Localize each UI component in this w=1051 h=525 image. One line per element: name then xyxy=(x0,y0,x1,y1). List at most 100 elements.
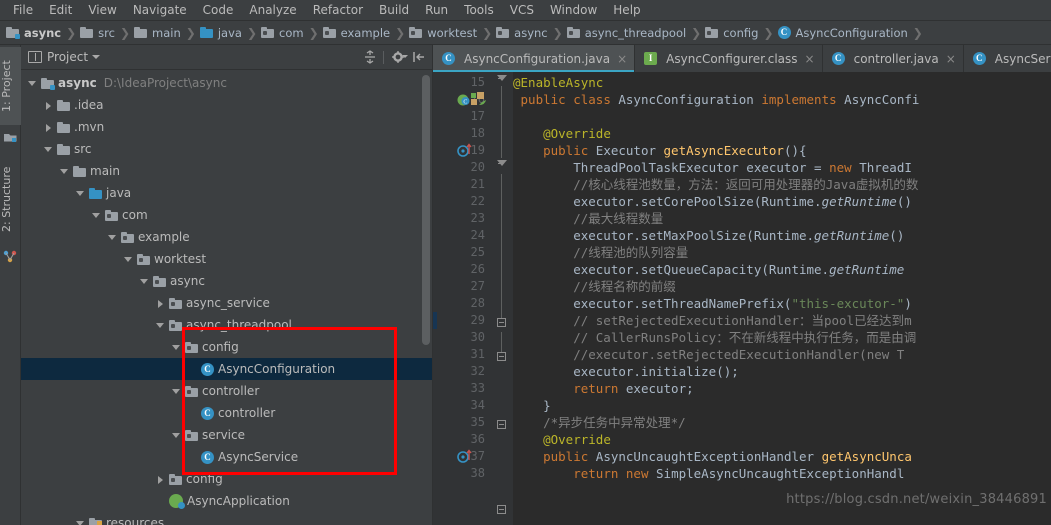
tree-row[interactable]: worktest xyxy=(21,248,432,270)
line-number: 23 xyxy=(470,211,485,225)
tree-row[interactable]: .idea xyxy=(21,94,432,116)
editor-tab-controller-java[interactable]: Ccontroller.java × xyxy=(822,45,964,72)
chevron-down-icon[interactable] xyxy=(75,188,86,199)
editor-tab-asyncconfiguration-java[interactable]: C AsyncConfiguration.java × xyxy=(433,45,636,72)
editor-tab-label: AsyncConfiguration.java xyxy=(464,51,611,66)
chevron-down-icon[interactable] xyxy=(171,430,182,441)
chevron-right-icon[interactable] xyxy=(43,100,54,111)
breadcrumb-separator-icon: ❯ xyxy=(912,25,923,40)
package-folder-icon xyxy=(496,27,510,38)
tree-row[interactable]: AsyncApplication xyxy=(21,490,432,512)
spring-bean-gutter-icon[interactable]: C xyxy=(457,91,489,106)
tree-row[interactable]: async_threadpool xyxy=(21,314,432,336)
breadcrumb-item-async[interactable]: async ❯ xyxy=(6,26,80,40)
close-icon[interactable]: × xyxy=(617,52,627,66)
tree-row[interactable]: config xyxy=(21,468,432,490)
breadcrumb-item-example[interactable]: example ❯ xyxy=(322,26,410,40)
menu-item-analyze[interactable]: Analyze xyxy=(241,1,304,19)
editor-tab-asyncservice-java[interactable]: CAsyncService.java× xyxy=(963,45,1051,72)
line-number: 33 xyxy=(470,381,485,395)
project-tree[interactable]: async D:\IdeaProject\async .idea .mvn src mai… xyxy=(21,70,432,525)
tree-row[interactable]: service xyxy=(21,424,432,446)
chevron-right-icon[interactable] xyxy=(155,298,166,309)
chevron-down-icon[interactable] xyxy=(123,254,134,265)
chevron-down-icon[interactable] xyxy=(59,166,70,177)
override-method-gutter-icon[interactable] xyxy=(457,448,489,463)
chevron-down-icon[interactable] xyxy=(92,55,101,59)
tree-row[interactable]: example xyxy=(21,226,432,248)
tree-row[interactable]: resources xyxy=(21,512,432,525)
tool-tab-structure[interactable]: 2: Structure xyxy=(0,153,21,245)
code-text[interactable]: @EnableAsync public class AsyncConfigura… xyxy=(513,72,1051,525)
tree-row[interactable]: C AsyncConfiguration xyxy=(21,358,432,380)
breadcrumb-item-async_threadpool[interactable]: async_threadpool ❯ xyxy=(566,26,706,40)
menu-item-help[interactable]: Help xyxy=(605,1,648,19)
chevron-down-icon[interactable] xyxy=(91,210,102,221)
editor-tab-bar[interactable]: C AsyncConfiguration.java × I AsyncConfigure… xyxy=(433,45,1051,72)
breadcrumb-item-async[interactable]: async ❯ xyxy=(496,26,567,40)
tree-row[interactable]: C AsyncService xyxy=(21,446,432,468)
menu-item-window[interactable]: Window xyxy=(542,1,605,19)
tree-row[interactable]: java xyxy=(21,182,432,204)
menu-item-vcs[interactable]: VCS xyxy=(502,1,542,19)
tree-row-label: .mvn xyxy=(74,120,105,134)
tree-row[interactable]: config xyxy=(21,336,432,358)
tree-row[interactable]: com xyxy=(21,204,432,226)
breadcrumb-item-java[interactable]: java ❯ xyxy=(199,26,261,40)
code-token: @EnableAsync xyxy=(513,75,604,90)
chevron-right-icon[interactable] xyxy=(43,122,54,133)
resources-folder-icon xyxy=(89,517,102,525)
package-folder-icon xyxy=(705,27,719,38)
breadcrumb-item-main[interactable]: main ❯ xyxy=(134,26,200,40)
menu-item-refactor[interactable]: Refactor xyxy=(305,1,371,19)
breadcrumb-label: async xyxy=(514,25,548,40)
chevron-down-icon[interactable] xyxy=(155,320,166,331)
editor-tab-asyncconfigurer-class[interactable]: I AsyncConfigurer.class × xyxy=(635,45,823,72)
code-token: } xyxy=(513,398,551,413)
breadcrumb-item-com[interactable]: com ❯ xyxy=(261,26,323,40)
breadcrumb-item-config[interactable]: config ❯ xyxy=(705,26,777,40)
tree-row-label: controller xyxy=(218,406,276,420)
menu-item-build[interactable]: Build xyxy=(371,1,417,19)
tree-row[interactable]: async xyxy=(21,270,432,292)
code-folding-strip[interactable] xyxy=(491,72,513,525)
tree-row[interactable]: async_service xyxy=(21,292,432,314)
hide-panel-icon[interactable] xyxy=(410,48,428,66)
breadcrumb-item-src[interactable]: src ❯ xyxy=(80,26,134,40)
menu-item-file[interactable]: File xyxy=(5,1,41,19)
override-method-gutter-icon[interactable] xyxy=(457,142,489,157)
class-icon: C xyxy=(201,450,214,464)
menu-item-code[interactable]: Code xyxy=(195,1,242,19)
close-icon[interactable]: × xyxy=(805,52,815,66)
menu-item-tools[interactable]: Tools xyxy=(456,1,502,19)
breadcrumb-item-worktest[interactable]: worktest ❯ xyxy=(409,26,496,40)
tree-row[interactable]: .mvn xyxy=(21,116,432,138)
chevron-down-icon[interactable] xyxy=(107,232,118,243)
code-token: () xyxy=(889,228,905,243)
project-scrollbar[interactable] xyxy=(422,75,430,345)
tree-row[interactable]: Ccontroller xyxy=(21,402,432,424)
chevron-down-icon[interactable] xyxy=(139,276,150,287)
tool-tab-project[interactable]: 1: Project xyxy=(0,47,21,125)
chevron-down-icon[interactable] xyxy=(27,78,38,89)
tree-row[interactable]: main xyxy=(21,160,432,182)
tree-row[interactable]: src xyxy=(21,138,432,160)
menu-item-run[interactable]: Run xyxy=(417,1,456,19)
chevron-down-icon[interactable] xyxy=(171,386,182,397)
package-folder-icon xyxy=(185,385,198,397)
chevron-down-icon[interactable] xyxy=(75,518,86,525)
close-icon[interactable]: × xyxy=(946,52,956,66)
menu-item-edit[interactable]: Edit xyxy=(41,1,80,19)
code-token: Executor xyxy=(595,143,664,158)
breadcrumb-label: AsyncConfiguration xyxy=(795,25,908,40)
menu-item-navigate[interactable]: Navigate xyxy=(125,1,195,19)
chevron-down-icon[interactable] xyxy=(171,342,182,353)
tree-row[interactable]: async D:\IdeaProject\async xyxy=(21,72,432,94)
collapse-all-icon[interactable] xyxy=(361,48,379,66)
chevron-down-icon[interactable] xyxy=(43,144,54,155)
breadcrumb-item-asyncconfiguration[interactable]: C AsyncConfiguration ❯ xyxy=(777,25,927,40)
menu-item-view[interactable]: View xyxy=(80,1,124,19)
settings-gear-icon[interactable] xyxy=(390,48,408,66)
tree-row[interactable]: controller xyxy=(21,380,432,402)
chevron-right-icon[interactable] xyxy=(155,474,166,485)
